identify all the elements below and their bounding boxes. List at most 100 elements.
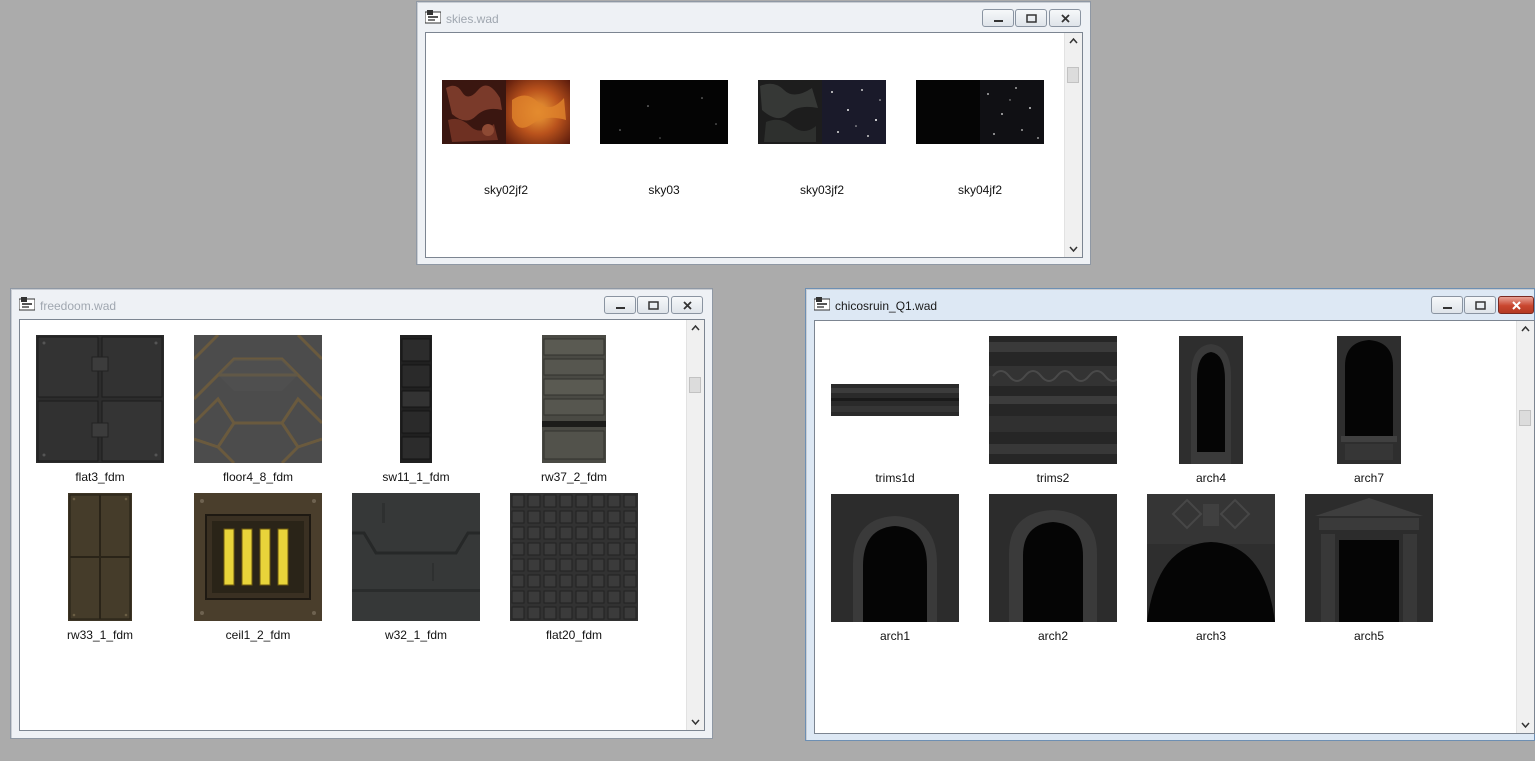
scroll-thumb[interactable] <box>689 377 701 393</box>
wad-app-icon <box>814 297 830 311</box>
restore-icon <box>1475 301 1486 310</box>
texture-label: flat20_fdm <box>545 628 603 642</box>
texture-thumbnail-ceil1_2_fdm[interactable] <box>194 493 322 621</box>
texture-thumbnail-floor4_8_fdm[interactable] <box>194 335 322 463</box>
close-icon <box>1512 301 1521 310</box>
texture-label: flat3_fdm <box>75 470 125 484</box>
texture-label: arch5 <box>1353 629 1385 643</box>
stone-arch-texture-icon <box>831 494 959 622</box>
texture-thumbnail-arch3[interactable] <box>1147 494 1275 622</box>
maximize-button[interactable] <box>1464 296 1496 314</box>
restore-icon <box>1026 14 1037 23</box>
wad-app-icon <box>425 10 441 24</box>
texture-thumbnail-w32_1_fdm[interactable] <box>352 493 480 621</box>
arched-window-texture-icon <box>1337 336 1401 464</box>
stone-arch-texture-icon <box>989 494 1117 622</box>
scroll-thumb[interactable] <box>1519 410 1531 426</box>
texture-label: sky04jf2 <box>957 183 1003 197</box>
texture-label: trims2 <box>1036 471 1070 485</box>
window-title: skies.wad <box>446 12 499 26</box>
vertical-scrollbar[interactable] <box>1516 321 1534 733</box>
dark-cloud-starfield-texture-icon <box>758 80 886 144</box>
narrow-metal-strip-texture-icon <box>400 335 432 463</box>
restore-icon <box>648 301 659 310</box>
texture-thumbnail-trims2[interactable] <box>989 336 1117 464</box>
texture-label: arch7 <box>1353 471 1385 485</box>
scroll-down-icon[interactable] <box>1517 716 1534 733</box>
texture-thumbnail-sky03[interactable] <box>600 80 728 144</box>
freedoom-titlebar[interactable]: freedoom.wad <box>11 289 712 319</box>
skies-window[interactable]: skies.wad sky02jf2 sky03 sky03jf2 sky04j… <box>416 1 1091 265</box>
minimize-button[interactable] <box>1431 296 1463 314</box>
stone-trim-texture-icon <box>831 384 959 416</box>
texture-thumbnail-sky03jf2[interactable] <box>758 80 886 144</box>
vertical-scrollbar[interactable] <box>1064 33 1082 257</box>
close-button[interactable] <box>1498 296 1534 314</box>
close-icon <box>1061 14 1070 23</box>
texture-thumbnail-arch4[interactable] <box>1179 336 1243 464</box>
texture-label: arch2 <box>1037 629 1069 643</box>
maximize-button[interactable] <box>637 296 669 314</box>
fiery-sky-texture-icon <box>442 80 570 144</box>
texture-thumbnail-trims1d[interactable] <box>831 384 959 416</box>
minimize-icon <box>1443 307 1452 309</box>
ornate-trim-texture-icon <box>989 336 1117 464</box>
scroll-down-icon[interactable] <box>1065 240 1082 257</box>
freedoom-texture-area[interactable]: flat3_fdm floor4_8_fdm sw11_1_fdm rw37_2… <box>19 319 705 731</box>
doorway-texture-icon <box>1305 494 1433 622</box>
minimize-button[interactable] <box>982 9 1014 27</box>
texture-label: rw33_1_fdm <box>66 628 134 642</box>
yellow-light-bars-texture-icon <box>194 493 322 621</box>
texture-thumbnail-arch2[interactable] <box>989 494 1117 622</box>
texture-thumbnail-flat20_fdm[interactable] <box>510 493 638 621</box>
texture-label: arch3 <box>1195 629 1227 643</box>
metal-plate-texture-icon <box>36 335 164 463</box>
texture-label: sky03 <box>648 183 680 197</box>
close-button[interactable] <box>671 296 703 314</box>
scroll-up-icon[interactable] <box>1065 33 1082 50</box>
minimize-icon <box>994 20 1003 22</box>
texture-thumbnail-rw33_1_fdm[interactable] <box>68 493 132 621</box>
chicosruin-titlebar[interactable]: chicosruin_Q1.wad <box>806 289 1534 319</box>
vertical-scrollbar[interactable] <box>686 320 704 730</box>
hexagon-floor-texture-icon <box>194 335 322 463</box>
texture-thumbnail-arch1[interactable] <box>831 494 959 622</box>
black-starfield-texture-icon <box>916 80 1044 144</box>
texture-label: ceil1_2_fdm <box>225 628 291 642</box>
skies-titlebar[interactable]: skies.wad <box>417 2 1090 32</box>
scroll-down-icon[interactable] <box>687 713 704 730</box>
texture-label: floor4_8_fdm <box>222 470 294 484</box>
wad-app-icon <box>19 297 35 311</box>
black-starfield-texture-icon <box>600 80 728 144</box>
texture-label: trims1d <box>875 471 915 485</box>
window-title: chicosruin_Q1.wad <box>835 299 938 313</box>
texture-label: arch4 <box>1195 471 1227 485</box>
texture-thumbnail-sky04jf2[interactable] <box>916 80 1044 144</box>
scroll-up-icon[interactable] <box>1517 321 1534 338</box>
close-icon <box>683 301 692 310</box>
dark-wall-texture-icon <box>352 493 480 621</box>
window-title: freedoom.wad <box>40 299 117 313</box>
scroll-thumb[interactable] <box>1067 67 1079 83</box>
texture-label: sw11_1_fdm <box>382 470 450 484</box>
minimize-icon <box>616 307 625 309</box>
wide-arch-texture-icon <box>1147 494 1275 622</box>
texture-thumbnail-rw37_2_fdm[interactable] <box>542 335 606 463</box>
texture-thumbnail-flat3_fdm[interactable] <box>36 335 164 463</box>
grid-tile-texture-icon <box>510 493 638 621</box>
texture-label: w32_1_fdm <box>384 628 448 642</box>
texture-thumbnail-sky02jf2[interactable] <box>442 80 570 144</box>
chicosruin-texture-area[interactable]: trims1d trims2 arch4 arch7 arch1 arch2 a… <box>814 320 1535 734</box>
minimize-button[interactable] <box>604 296 636 314</box>
texture-thumbnail-arch5[interactable] <box>1305 494 1433 622</box>
texture-thumbnail-sw11_1_fdm[interactable] <box>400 335 432 463</box>
cross-panel-texture-icon <box>68 493 132 621</box>
texture-thumbnail-arch7[interactable] <box>1337 336 1401 464</box>
texture-label: arch1 <box>879 629 911 643</box>
maximize-button[interactable] <box>1015 9 1047 27</box>
close-button[interactable] <box>1049 9 1081 27</box>
skies-texture-area[interactable]: sky02jf2 sky03 sky03jf2 sky04jf2 <box>425 32 1083 258</box>
freedoom-window[interactable]: freedoom.wad flat3_fdm floor4_8_fdm sw11… <box>10 288 713 739</box>
chicosruin-window[interactable]: chicosruin_Q1.wad trims1d trims2 arch4 a… <box>805 288 1535 741</box>
scroll-up-icon[interactable] <box>687 320 704 337</box>
